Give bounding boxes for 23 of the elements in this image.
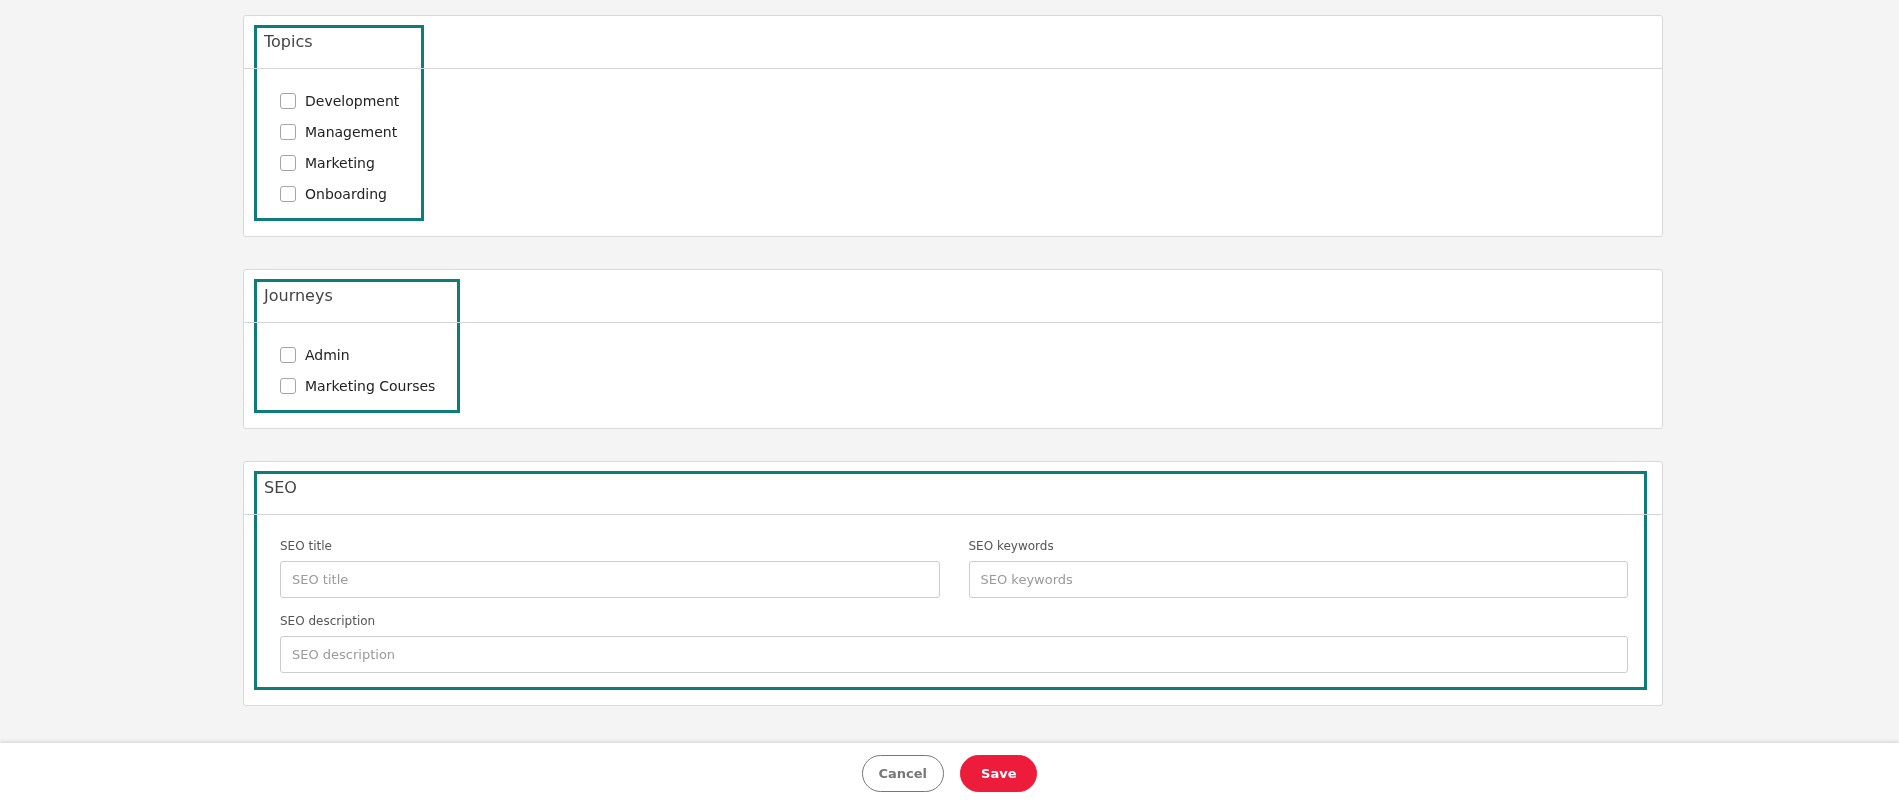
save-button[interactable]: Save — [960, 755, 1038, 792]
checkbox-label: Admin — [305, 346, 350, 363]
checkbox-label: Development — [305, 92, 400, 109]
field-label: SEO description — [280, 614, 377, 628]
field-label: SEO title — [280, 539, 333, 553]
checkbox-label: Onboarding — [305, 185, 387, 202]
section-title: Journeys — [264, 286, 334, 306]
cancel-button[interactable]: Cancel — [861, 755, 945, 792]
text-field[interactable]: SEO title — [280, 561, 940, 598]
checkbox[interactable] — [280, 346, 296, 363]
checkbox[interactable] — [280, 377, 296, 394]
text-field[interactable]: SEO keywords — [968, 561, 1628, 598]
checkbox[interactable] — [280, 92, 296, 109]
text-field[interactable]: SEO description — [280, 636, 1628, 673]
checkbox[interactable] — [280, 154, 296, 171]
checkbox-label: Marketing Courses — [305, 377, 436, 394]
checkbox[interactable] — [280, 123, 296, 140]
section-title: Topics — [264, 32, 314, 52]
field-label: SEO keywords — [968, 539, 1055, 553]
section-title: SEO — [264, 478, 298, 498]
checkbox-label: Marketing — [305, 154, 375, 171]
checkbox-label: Management — [305, 123, 398, 140]
checkbox[interactable] — [280, 185, 296, 202]
